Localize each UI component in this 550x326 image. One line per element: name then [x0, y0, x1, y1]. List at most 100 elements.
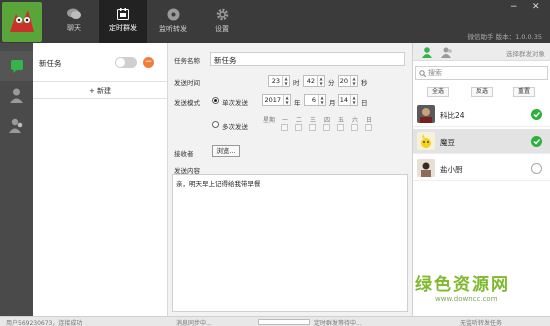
weekday-tue-checkbox[interactable]	[295, 124, 302, 131]
single-send-radio[interactable]	[212, 97, 219, 104]
status-bar: 用户569230673，连接成功 消息同步中... 定时群发等待中... 无监听…	[0, 316, 550, 326]
chat-icon	[67, 8, 81, 19]
day-value: 14	[339, 96, 348, 104]
gear-icon	[216, 8, 228, 21]
version-text: 微信助手 版本：1.0.0.35	[467, 33, 542, 41]
hour-value: 23	[271, 77, 280, 85]
listen-icon	[167, 8, 179, 21]
minute-unit: 分	[328, 79, 335, 87]
top-nav-bar: 聊天 定时群发 监听转发 设置 − ✕ 微信助手 版本：1.0.0.35	[0, 0, 550, 43]
weekday-sat-checkbox[interactable]	[351, 124, 358, 131]
task-name: 新任务	[39, 59, 62, 68]
weekday-mon: 一	[281, 117, 288, 124]
year-value: 2017	[264, 96, 281, 104]
watermark: 绿色资源网 www.downcc.com	[415, 270, 550, 303]
weekday-tue: 二	[295, 117, 302, 124]
receiver-label: 接收者	[174, 150, 194, 158]
weekday-sat: 六	[351, 117, 358, 124]
browse-button[interactable]: 浏览...	[212, 145, 240, 157]
minimize-button[interactable]: −	[510, 2, 518, 12]
search-icon	[419, 70, 426, 77]
tab-timed-broadcast-label: 定时群发	[109, 24, 137, 32]
status-forward: 无监听转发任务	[460, 320, 503, 326]
app-logo	[2, 2, 42, 42]
contacts-tab-icon[interactable]	[421, 46, 433, 58]
status-timer: 定时群发等待中...	[314, 320, 362, 326]
group-icon	[9, 118, 23, 133]
checkmark-icon	[533, 139, 541, 145]
year-unit: 年	[294, 99, 301, 107]
contact-check-on[interactable]	[531, 136, 542, 147]
tab-timed-broadcast[interactable]: 定时群发	[99, 0, 147, 43]
weekday-thu: 四	[323, 117, 330, 124]
task-item[interactable]: 新任务 −	[33, 51, 167, 73]
weekday-thu-checkbox[interactable]	[323, 124, 330, 131]
second-spinner[interactable]: 20 ▲ ▼	[338, 75, 358, 87]
contact-name: 科比24	[440, 111, 465, 120]
chat-bubble-icon	[11, 60, 23, 73]
search-input[interactable]: 搜索	[415, 66, 548, 80]
groups-tab-icon[interactable]	[441, 46, 453, 58]
rail-contacts-button[interactable]	[0, 81, 33, 111]
year-spinner[interactable]: 2017 ▲ ▼	[262, 94, 291, 106]
watermark-url: www.downcc.com	[435, 295, 498, 303]
avatar	[417, 159, 435, 177]
weekday-mon-checkbox[interactable]	[281, 124, 288, 131]
multi-send-radio[interactable]	[212, 121, 219, 128]
avatar	[417, 105, 435, 123]
contact-row[interactable]: 盐小厨	[413, 156, 550, 181]
watermark-main: 绿色资源网	[415, 275, 510, 295]
tab-chat-label: 聊天	[67, 24, 81, 32]
new-task-button[interactable]: + 新建	[33, 81, 167, 99]
weekday-fri-checkbox[interactable]	[337, 124, 344, 131]
single-send-label: 单次发送	[222, 99, 248, 107]
left-rail	[0, 43, 33, 316]
weekday-wed: 三	[309, 117, 316, 124]
delete-task-button[interactable]: −	[143, 57, 154, 68]
weekday-label: 星期	[262, 117, 275, 124]
search-placeholder: 搜索	[428, 69, 442, 77]
avatar	[417, 132, 435, 150]
tab-settings[interactable]: 设置	[198, 0, 246, 43]
weekday-fri: 五	[337, 117, 344, 124]
contact-check-off[interactable]	[531, 163, 542, 174]
contact-check-on[interactable]	[531, 109, 542, 120]
status-user: 用户569230673，连接成功	[6, 320, 83, 326]
minute-spinner[interactable]: 42 ▲ ▼	[303, 75, 325, 87]
contact-row[interactable]: 科比24	[413, 102, 550, 127]
hour-unit: 时	[293, 79, 300, 87]
send-mode-label: 发送模式	[174, 99, 200, 107]
sync-progress-bar	[258, 319, 310, 325]
rail-chat-button[interactable]	[0, 51, 33, 81]
content-textarea[interactable]: 亲，明天早上记得给我带早餐	[172, 174, 408, 312]
contact-row[interactable]: 魔豆	[413, 129, 550, 154]
multi-send-label: 多次发送	[222, 123, 248, 131]
second-unit: 秒	[361, 79, 368, 87]
hour-spinner[interactable]: 23 ▲ ▼	[268, 75, 290, 87]
task-toggle[interactable]	[115, 57, 137, 68]
select-all-button[interactable]: 全选	[427, 87, 449, 97]
invert-selection-button[interactable]: 反选	[471, 87, 493, 97]
status-sync: 消息同步中...	[176, 320, 212, 326]
tab-settings-label: 设置	[215, 25, 229, 33]
select-target-label: 选择群发对象	[506, 50, 545, 58]
rail-groups-button[interactable]	[0, 111, 33, 141]
contact-name: 魔豆	[440, 138, 455, 147]
recipient-header: 选择群发对象	[413, 43, 550, 61]
task-name-input[interactable]: 新任务	[210, 52, 405, 66]
tab-chat[interactable]: 聊天	[50, 0, 98, 43]
day-spinner[interactable]: 14 ▲ ▼	[338, 94, 358, 106]
tab-listen-forward[interactable]: 监听转发	[149, 0, 197, 43]
task-form: 任务名称 新任务 发送时间 23 ▲ ▼ 时 42 ▲ ▼ 分 20 ▲ ▼ 秒 发送模式 …	[168, 43, 412, 316]
weekday-sun-checkbox[interactable]	[365, 124, 372, 131]
month-value: 6	[311, 96, 316, 104]
close-button[interactable]: ✕	[532, 2, 540, 12]
month-spinner[interactable]: 6 ▲ ▼	[304, 94, 326, 106]
reset-button[interactable]: 重置	[513, 87, 535, 97]
minute-value: 42	[306, 77, 315, 85]
checkmark-icon	[533, 112, 541, 118]
weekday-wed-checkbox[interactable]	[309, 124, 316, 131]
calendar-icon	[117, 8, 129, 20]
person-icon	[10, 88, 23, 103]
task-name-label: 任务名称	[174, 57, 200, 65]
